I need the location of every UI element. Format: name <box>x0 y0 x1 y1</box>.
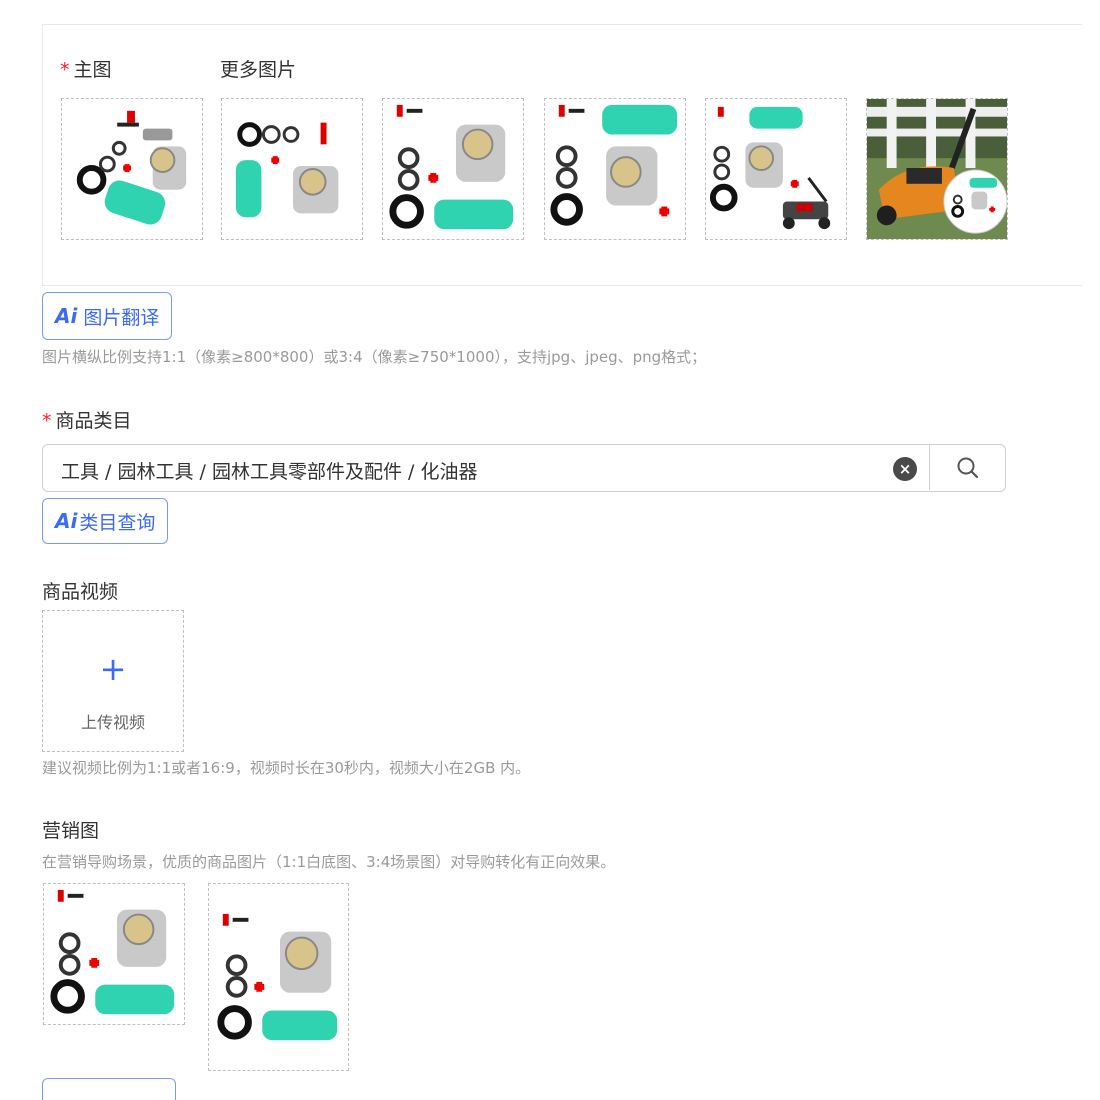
category-search-button[interactable] <box>929 445 1005 490</box>
upload-video-label: 上传视频 <box>80 713 145 732</box>
plus-icon: + <box>99 650 127 688</box>
category-value: 工具 / 园林工具 / 园林工具零部件及配件 / 化油器 <box>61 461 478 483</box>
carburetor-kit-image <box>235 122 339 218</box>
product-thumbnail[interactable] <box>221 98 363 240</box>
product-thumbnail[interactable] <box>544 98 686 240</box>
lawn-mower-scene-image <box>867 99 1007 239</box>
main-image-label: * 主图 <box>60 59 112 81</box>
marketing-image-3x4[interactable] <box>208 883 349 1071</box>
category-label: * 商品类目 <box>42 410 132 432</box>
required-mark: * <box>60 59 70 81</box>
clear-icon[interactable]: × <box>893 457 917 481</box>
product-thumbnail[interactable] <box>705 98 847 240</box>
video-requirements-hint: 建议视频比例为1:1或者16:9，视频时长在30秒内，视频大小在2GB 内。 <box>42 759 531 777</box>
search-icon <box>957 457 978 478</box>
carburetor-kit-image <box>709 106 831 230</box>
video-label: 商品视频 <box>42 581 119 603</box>
marketing-image-label: 营销图 <box>42 820 100 842</box>
ai-image-translate-button[interactable]: Ai 图片翻译 <box>42 292 173 340</box>
carburetor-kit-image <box>389 104 514 230</box>
upload-video-button[interactable]: + 上传视频 <box>42 610 184 752</box>
partial-button[interactable] <box>42 1078 176 1100</box>
marketing-image-1x1[interactable] <box>43 883 185 1025</box>
category-select[interactable]: 工具 / 园林工具 / 园林工具零部件及配件 / 化油器 × <box>42 444 1006 492</box>
carburetor-kit-image <box>550 104 678 226</box>
carburetor-kit-image <box>217 913 338 1041</box>
product-thumbnail[interactable] <box>866 98 1008 240</box>
ai-image-translate-label: 图片翻译 <box>83 306 160 329</box>
more-images-label: 更多图片 <box>220 59 297 81</box>
required-mark: * <box>42 410 52 432</box>
ai-icon: Ai <box>55 304 78 328</box>
product-thumbnail[interactable] <box>382 98 524 240</box>
ai-icon: Ai <box>55 509 78 533</box>
product-thumbnail[interactable] <box>61 98 203 240</box>
ai-category-query-button[interactable]: Ai 类目查询 <box>42 498 169 544</box>
carburetor-kit-image <box>50 889 175 1015</box>
ai-category-query-label: 类目查询 <box>79 511 156 534</box>
carburetor-kit-image <box>76 110 187 225</box>
image-requirements-hint: 图片横纵比例支持1:1（像素≥800*800）或3:4（像素≥750*1000）… <box>42 348 707 366</box>
marketing-image-hint: 在营销导购场景，优质的商品图片（1:1白底图、3:4场景图）对导购转化有正向效果… <box>42 853 616 871</box>
